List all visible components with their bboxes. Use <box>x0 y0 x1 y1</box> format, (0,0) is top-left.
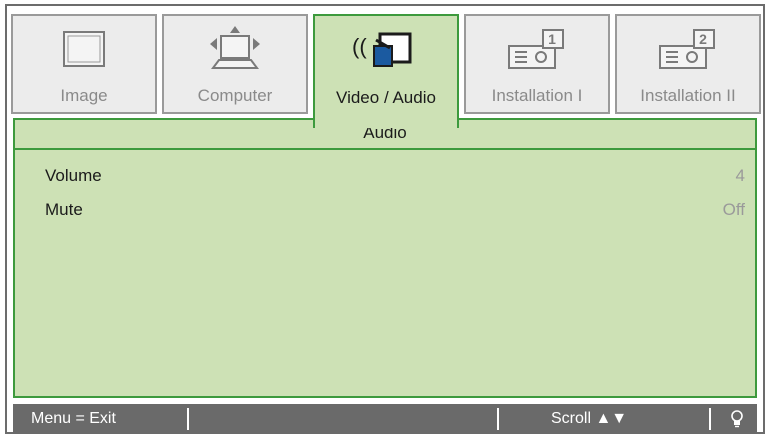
tab-label: Video / Audio <box>336 88 436 107</box>
svg-text:2: 2 <box>699 31 707 47</box>
tab-label: Image <box>60 86 108 105</box>
tab-computer[interactable]: Computer <box>162 14 308 114</box>
menu-tabs: Image Computer (( Video / Audio 1 Instal… <box>7 6 763 128</box>
scroll-hint: Scroll ▲▼ <box>551 410 628 427</box>
setting-row-volume[interactable]: Volume 4 <box>45 164 745 188</box>
setting-label: Mute <box>45 200 83 219</box>
image-monitor-icon <box>63 31 105 67</box>
footer-bar: Menu = Exit Scroll ▲▼ <box>13 404 757 434</box>
tab-video-audio[interactable]: (( Video / Audio <box>313 14 459 128</box>
setting-value: Off <box>722 200 745 219</box>
svg-text:1: 1 <box>548 31 556 47</box>
tab-installation-2[interactable]: 2 Installation II <box>615 14 761 114</box>
tab-label: Computer <box>197 86 273 105</box>
setting-label: Volume <box>45 166 102 185</box>
lightbulb-icon <box>731 410 743 428</box>
installation-projector-icon: 2 <box>659 29 715 69</box>
footer-divider <box>187 408 189 430</box>
tab-label: Installation II <box>640 86 736 105</box>
computer-icon <box>210 26 260 69</box>
footer-divider <box>497 408 499 430</box>
tab-image[interactable]: Image <box>11 14 157 114</box>
setting-row-mute[interactable]: Mute Off <box>45 198 745 222</box>
tab-installation-1[interactable]: 1 Installation I <box>464 14 610 114</box>
setting-value: 4 <box>735 166 745 185</box>
svg-text:((: (( <box>352 34 367 59</box>
footer-divider <box>709 408 711 430</box>
installation-projector-icon: 1 <box>508 29 564 69</box>
osd-menu: Image Computer (( Video / Audio 1 Instal… <box>5 4 765 434</box>
video-audio-icon: (( <box>352 32 412 67</box>
menu-exit-hint: Menu = Exit <box>31 410 116 427</box>
settings-panel: Audio Volume 4 Mute Off <box>13 118 757 398</box>
tab-label: Installation I <box>491 86 583 105</box>
